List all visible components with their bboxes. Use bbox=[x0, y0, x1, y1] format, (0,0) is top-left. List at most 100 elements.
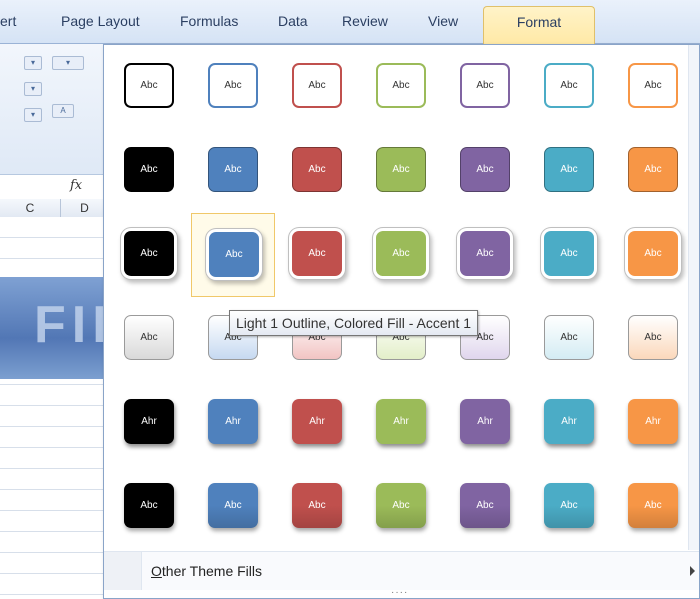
wordart-shape[interactable]: FIL bbox=[0, 277, 124, 379]
swatch-preview: Abc bbox=[544, 315, 594, 360]
ribbon-group-partial: ▾ ▾ ▾ ▾ A bbox=[0, 44, 109, 174]
style-swatch-r2-c7[interactable]: Abc bbox=[611, 129, 695, 213]
style-swatch-r6-c4[interactable]: Abc bbox=[359, 465, 443, 549]
style-swatch-r5-c5[interactable]: Ahr bbox=[443, 381, 527, 465]
style-swatch-r6-c5[interactable]: Abc bbox=[443, 465, 527, 549]
style-tooltip: Light 1 Outline, Colored Fill - Accent 1 bbox=[229, 310, 479, 336]
style-swatch-r4-c6[interactable]: Abc bbox=[527, 297, 611, 381]
style-swatch-r5-c2[interactable]: Ahr bbox=[191, 381, 275, 465]
style-swatch-r5-c4[interactable]: Ahr bbox=[359, 381, 443, 465]
shape-fill-button[interactable]: ▾ bbox=[24, 56, 42, 70]
gallery-grid: Abc Abc Abc Abc Abc Abc Abc Abc Abc Abc Abc Abc Abc A… bbox=[104, 45, 689, 550]
style-swatch-r1-c3[interactable]: Abc bbox=[275, 45, 359, 129]
style-swatch-r6-c7[interactable]: Abc bbox=[611, 465, 695, 549]
style-swatch-r3-c6[interactable]: Abc bbox=[527, 213, 611, 297]
style-swatch-r2-c1[interactable]: Abc bbox=[107, 129, 191, 213]
swatch-preview: Abc bbox=[124, 483, 174, 528]
swatch-preview: Abc bbox=[460, 483, 510, 528]
text-box-button[interactable]: A bbox=[52, 104, 74, 118]
tab-ert[interactable]: ert bbox=[0, 13, 16, 29]
column-header-c[interactable]: C bbox=[0, 199, 61, 218]
style-swatch-r1-c6[interactable]: Abc bbox=[527, 45, 611, 129]
tab-review[interactable]: Review bbox=[342, 13, 388, 29]
swatch-preview: Abc bbox=[124, 231, 174, 276]
edit-shape-button[interactable]: ▾ bbox=[52, 56, 84, 70]
swatch-preview: Abc bbox=[460, 147, 510, 192]
shape-styles-gallery: Abc Abc Abc Abc Abc Abc Abc Abc Abc Abc Abc Abc Abc A… bbox=[103, 44, 700, 599]
style-swatch-r1-c2[interactable]: Abc bbox=[191, 45, 275, 129]
swatch-preview: Abc bbox=[208, 63, 258, 108]
tab-page-layout[interactable]: Page Layout bbox=[61, 13, 140, 29]
swatch-preview: Ahr bbox=[544, 399, 594, 444]
style-swatch-r1-c5[interactable]: Abc bbox=[443, 45, 527, 129]
tab-data[interactable]: Data bbox=[278, 13, 308, 29]
swatch-preview: Ahr bbox=[292, 399, 342, 444]
swatch-preview: Abc bbox=[460, 231, 510, 276]
swatch-preview: Abc bbox=[376, 147, 426, 192]
style-swatch-r5-c1[interactable]: Ahr bbox=[107, 381, 191, 465]
swatch-preview: Abc bbox=[124, 63, 174, 108]
swatch-preview: Abc bbox=[628, 231, 678, 276]
style-swatch-r5-c6[interactable]: Ahr bbox=[527, 381, 611, 465]
swatch-preview: Ahr bbox=[376, 399, 426, 444]
style-swatch-r6-c6[interactable]: Abc bbox=[527, 465, 611, 549]
submenu-arrow-icon bbox=[690, 566, 695, 576]
swatch-preview: Abc bbox=[544, 63, 594, 108]
fx-icon[interactable]: fx bbox=[70, 178, 82, 193]
swatch-preview: Abc bbox=[124, 315, 174, 360]
style-swatch-r5-c3[interactable]: Ahr bbox=[275, 381, 359, 465]
style-swatch-r4-c1[interactable]: Abc bbox=[107, 297, 191, 381]
style-swatch-r3-c3[interactable]: Abc bbox=[275, 213, 359, 297]
swatch-preview: Ahr bbox=[628, 399, 678, 444]
swatch-preview: Abc bbox=[124, 147, 174, 192]
ribbon-tab-bar: ert Page Layout Formulas Data Review View For… bbox=[0, 0, 700, 44]
style-swatch-r2-c6[interactable]: Abc bbox=[527, 129, 611, 213]
swatch-preview: Abc bbox=[628, 483, 678, 528]
swatch-preview: Ahr bbox=[208, 399, 258, 444]
style-swatch-r6-c3[interactable]: Abc bbox=[275, 465, 359, 549]
resize-grip-icon[interactable]: ···· bbox=[391, 587, 408, 598]
style-swatch-r2-c5[interactable]: Abc bbox=[443, 129, 527, 213]
swatch-preview: Abc bbox=[292, 63, 342, 108]
style-swatch-r3-c5[interactable]: Abc bbox=[443, 213, 527, 297]
swatch-preview: Abc bbox=[628, 315, 678, 360]
swatch-preview: Abc bbox=[544, 483, 594, 528]
swatch-preview: Abc bbox=[376, 483, 426, 528]
style-swatch-r3-c1[interactable]: Abc bbox=[107, 213, 191, 297]
style-swatch-r1-c4[interactable]: Abc bbox=[359, 45, 443, 129]
gallery-scrollbar[interactable] bbox=[688, 45, 699, 550]
style-swatch-r3-c2[interactable]: Abc bbox=[191, 213, 275, 297]
shape-outline-button[interactable]: ▾ bbox=[24, 82, 42, 96]
style-swatch-r2-c2[interactable]: Abc bbox=[191, 129, 275, 213]
style-swatch-r1-c1[interactable]: Abc bbox=[107, 45, 191, 129]
swatch-preview: Abc bbox=[376, 63, 426, 108]
swatch-preview: Abc bbox=[628, 63, 678, 108]
style-swatch-r5-c7[interactable]: Ahr bbox=[611, 381, 695, 465]
tab-formulas[interactable]: Formulas bbox=[180, 13, 238, 29]
swatch-preview: Ahr bbox=[460, 399, 510, 444]
swatch-preview: Abc bbox=[292, 147, 342, 192]
tab-format[interactable]: Format bbox=[483, 6, 595, 44]
swatch-preview: Ahr bbox=[124, 399, 174, 444]
column-header-d[interactable]: D bbox=[61, 199, 109, 218]
style-swatch-r2-c3[interactable]: Abc bbox=[275, 129, 359, 213]
swatch-preview: Abc bbox=[208, 483, 258, 528]
style-swatch-r1-c7[interactable]: Abc bbox=[611, 45, 695, 129]
swatch-preview: Abc bbox=[209, 232, 259, 277]
other-theme-fills-item[interactable]: Other Theme Fills bbox=[104, 551, 699, 590]
style-swatch-r6-c2[interactable]: Abc bbox=[191, 465, 275, 549]
swatch-preview: Abc bbox=[292, 231, 342, 276]
other-theme-fills-label: Other Theme Fills bbox=[151, 563, 262, 579]
formula-bar: fx bbox=[0, 174, 108, 200]
style-swatch-r2-c4[interactable]: Abc bbox=[359, 129, 443, 213]
style-swatch-r3-c4[interactable]: Abc bbox=[359, 213, 443, 297]
swatch-preview: Abc bbox=[628, 147, 678, 192]
style-swatch-r4-c7[interactable]: Abc bbox=[611, 297, 695, 381]
shape-effects-button[interactable]: ▾ bbox=[24, 108, 42, 122]
worksheet-grid[interactable] bbox=[0, 217, 108, 599]
style-swatch-r3-c7[interactable]: Abc bbox=[611, 213, 695, 297]
style-swatch-r6-c1[interactable]: Abc bbox=[107, 465, 191, 549]
swatch-preview: Abc bbox=[544, 231, 594, 276]
swatch-preview: Abc bbox=[544, 147, 594, 192]
tab-view[interactable]: View bbox=[428, 13, 458, 29]
